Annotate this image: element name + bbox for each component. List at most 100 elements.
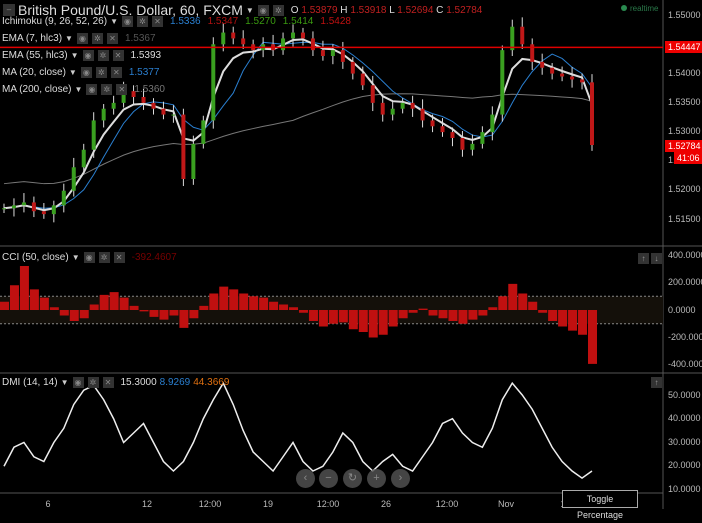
- cci-bar: [578, 310, 588, 335]
- candle-body: [450, 132, 455, 138]
- cci-bar: [79, 310, 89, 319]
- eye-icon[interactable]: ◉: [82, 50, 94, 61]
- time-tick: 26: [380, 499, 392, 509]
- cci-bar: [508, 283, 518, 310]
- eye-icon[interactable]: ◉: [121, 16, 133, 27]
- scroll-left-button[interactable]: ‹: [296, 469, 315, 488]
- cci-bar: [408, 310, 418, 313]
- cci-tick: 400.0000: [668, 250, 702, 260]
- move-up-icon[interactable]: ↑: [651, 377, 662, 388]
- candle-body: [430, 120, 435, 127]
- chevron-down-icon[interactable]: ▼: [65, 34, 73, 43]
- cci-bar: [518, 293, 528, 310]
- indicator-legend: MA (200, close) ▼ ◉ ✲ ✕ 1.5360: [2, 84, 165, 95]
- open-value: 1.53879: [301, 4, 338, 16]
- eye-icon[interactable]: ◉: [86, 84, 98, 95]
- chevron-down-icon[interactable]: ▼: [71, 51, 79, 60]
- chevron-down-icon[interactable]: ▼: [61, 378, 69, 387]
- candle-body: [61, 190, 66, 206]
- eye-icon[interactable]: ◉: [83, 252, 95, 263]
- candle-body: [360, 73, 365, 86]
- indicator-label[interactable]: EMA (7, hlc3): [2, 33, 62, 44]
- candle-body: [11, 205, 16, 209]
- candle-body: [580, 79, 585, 83]
- cci-bar: [249, 296, 259, 310]
- cci-bar: [448, 310, 458, 321]
- dmi-label[interactable]: DMI (14, 14): [2, 377, 58, 388]
- cci-bar: [9, 285, 19, 310]
- gear-icon[interactable]: ✲: [91, 33, 103, 44]
- price-tick: 1.53000: [668, 126, 701, 136]
- eye-icon[interactable]: ◉: [72, 377, 84, 388]
- candle-body: [320, 50, 325, 56]
- gear-icon[interactable]: ✲: [97, 50, 109, 61]
- candle-body: [81, 149, 86, 168]
- cci-bar: [129, 305, 139, 310]
- low-value: 1.52694: [397, 4, 434, 16]
- chevron-down-icon[interactable]: ▼: [246, 6, 254, 15]
- zoom-in-button[interactable]: +: [367, 469, 386, 488]
- dmi-adx-value: 15.3000: [120, 377, 157, 388]
- gear-icon[interactable]: ✲: [272, 4, 284, 16]
- close-icon[interactable]: ✕: [116, 84, 128, 95]
- cci-bar: [588, 310, 597, 364]
- candle-body: [101, 108, 106, 121]
- close-icon[interactable]: ✕: [102, 377, 114, 388]
- cci-bar: [109, 292, 119, 310]
- eye-icon[interactable]: ◉: [257, 4, 269, 16]
- price-tick: 1.54000: [668, 68, 701, 78]
- cci-bar: [548, 310, 558, 321]
- cci-tick: 0.0000: [668, 305, 696, 315]
- cci-bar: [259, 297, 269, 310]
- gear-icon[interactable]: ✲: [98, 252, 110, 263]
- candle-body: [340, 50, 345, 62]
- cci-bar: [328, 310, 338, 324]
- cci-bar: [378, 310, 388, 335]
- candle-body: [470, 143, 475, 150]
- close-icon[interactable]: ✕: [106, 33, 118, 44]
- cci-tick: 200.0000: [668, 277, 702, 287]
- gear-icon[interactable]: ✲: [136, 16, 148, 27]
- chevron-down-icon[interactable]: ▼: [74, 85, 82, 94]
- eye-icon[interactable]: ◉: [76, 33, 88, 44]
- chevron-down-icon[interactable]: ▼: [69, 68, 77, 77]
- cci-bar: [99, 294, 109, 310]
- eye-icon[interactable]: ◉: [80, 67, 92, 78]
- cci-label[interactable]: CCI (50, close): [2, 252, 69, 263]
- indicator-label[interactable]: MA (200, close): [2, 84, 71, 95]
- cci-bar: [438, 310, 448, 319]
- candle-body: [350, 61, 355, 74]
- dmi-adx-line: [3, 381, 593, 480]
- move-down-icon[interactable]: ↓: [651, 253, 662, 264]
- reset-chart-button[interactable]: ↻: [343, 469, 362, 488]
- zoom-out-button[interactable]: −: [319, 469, 338, 488]
- cci-bar: [478, 310, 488, 316]
- indicator-label[interactable]: MA (20, close): [2, 67, 66, 78]
- candle-body: [241, 38, 246, 45]
- close-icon[interactable]: ✕: [110, 67, 122, 78]
- close-value: 1.52784: [446, 4, 483, 16]
- cci-bar: [19, 266, 29, 310]
- cci-bar: [368, 310, 378, 338]
- indicator-label[interactable]: Ichimoku (9, 26, 52, 26): [2, 16, 107, 27]
- close-icon[interactable]: ✕: [151, 16, 163, 27]
- indicator-label[interactable]: EMA (55, hlc3): [2, 50, 68, 61]
- gear-icon[interactable]: ✲: [87, 377, 99, 388]
- dmi-tick: 20.0000: [668, 460, 701, 470]
- cci-bar: [558, 310, 568, 327]
- candle-body: [281, 38, 286, 51]
- gear-icon[interactable]: ✲: [95, 67, 107, 78]
- gear-icon[interactable]: ✲: [101, 84, 113, 95]
- cci-value: -392.4607: [131, 252, 177, 263]
- close-icon[interactable]: ✕: [112, 50, 124, 61]
- chevron-down-icon[interactable]: ▼: [110, 17, 118, 26]
- chevron-down-icon[interactable]: ▼: [72, 253, 80, 262]
- bar-countdown: 41:06: [674, 152, 702, 164]
- indicator-value: 1.5347: [207, 16, 239, 27]
- time-tick: 19: [262, 499, 274, 509]
- scroll-right-button[interactable]: ›: [391, 469, 410, 488]
- collapse-icon[interactable]: –: [3, 4, 15, 16]
- time-tick: 12:00: [198, 499, 222, 509]
- close-icon[interactable]: ✕: [113, 252, 125, 263]
- move-up-icon[interactable]: ↑: [638, 253, 649, 264]
